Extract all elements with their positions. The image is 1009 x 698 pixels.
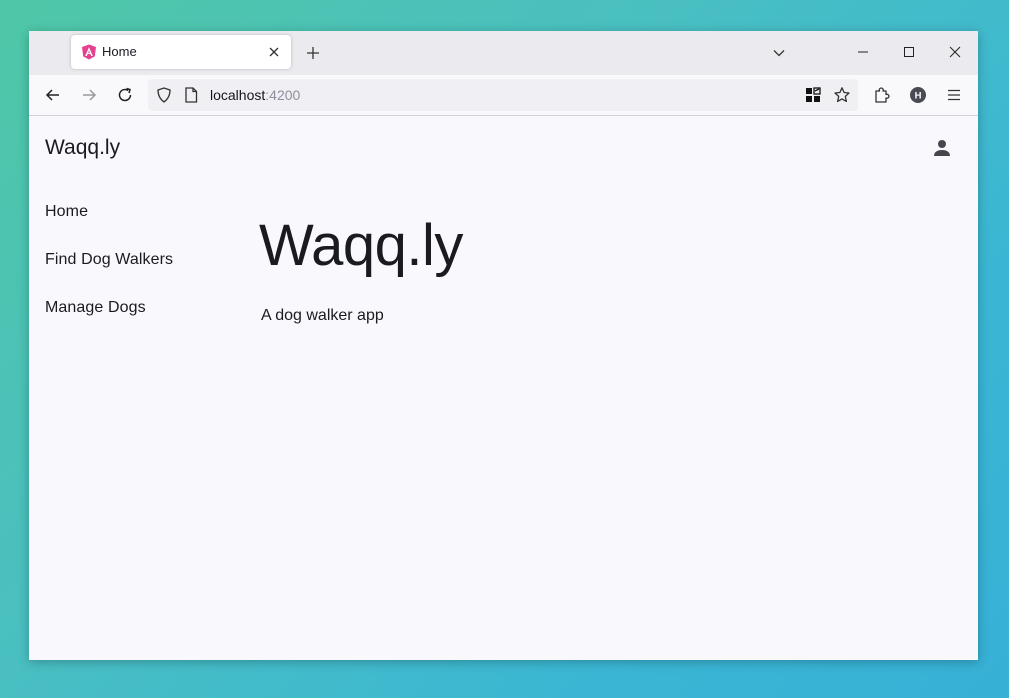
url-host: localhost xyxy=(210,87,266,103)
qr-code-icon[interactable] xyxy=(804,86,822,104)
close-icon[interactable] xyxy=(267,45,281,59)
star-icon[interactable] xyxy=(833,86,851,104)
sidebar-item-find-dog-walkers[interactable]: Find Dog Walkers xyxy=(45,250,173,270)
sidebar-item-manage-dogs[interactable]: Manage Dogs xyxy=(45,298,146,318)
url-port: :4200 xyxy=(265,87,301,103)
profile-icon[interactable]: H xyxy=(909,86,927,104)
arrow-left-icon[interactable] xyxy=(44,86,62,104)
app-title: Waqq.ly xyxy=(45,136,121,159)
person-icon[interactable] xyxy=(930,136,954,160)
page-title: Waqq.ly xyxy=(259,213,463,278)
profile-initial: H xyxy=(915,91,922,102)
shield-icon[interactable] xyxy=(155,86,173,104)
tab-strip: Home xyxy=(29,31,978,75)
maximize-icon[interactable] xyxy=(902,45,916,59)
page-subtitle: A dog walker app xyxy=(261,307,384,324)
browser-window: Home localhost:4200 H Waqq.ly Home Find … xyxy=(29,31,978,660)
close-window-icon[interactable] xyxy=(948,45,962,59)
hamburger-icon[interactable] xyxy=(945,86,963,104)
tab-title: Home xyxy=(102,44,137,59)
reload-icon[interactable] xyxy=(116,86,134,104)
arrow-right-icon[interactable] xyxy=(80,86,98,104)
url-text[interactable]: localhost:4200 xyxy=(210,87,300,103)
page-icon[interactable] xyxy=(182,86,200,104)
chevron-down-icon[interactable] xyxy=(772,46,786,60)
app-content: Waqq.ly Home Find Dog Walkers Manage Dog… xyxy=(29,116,978,660)
tab-home[interactable]: Home xyxy=(71,35,291,69)
minimize-icon[interactable] xyxy=(856,45,870,59)
puzzle-icon[interactable] xyxy=(873,86,891,104)
plus-icon[interactable] xyxy=(305,45,321,61)
sidebar-item-home[interactable]: Home xyxy=(45,202,88,222)
angular-icon xyxy=(82,44,96,60)
address-bar[interactable]: localhost:4200 xyxy=(148,79,858,111)
navigation-toolbar: localhost:4200 H xyxy=(29,75,978,116)
